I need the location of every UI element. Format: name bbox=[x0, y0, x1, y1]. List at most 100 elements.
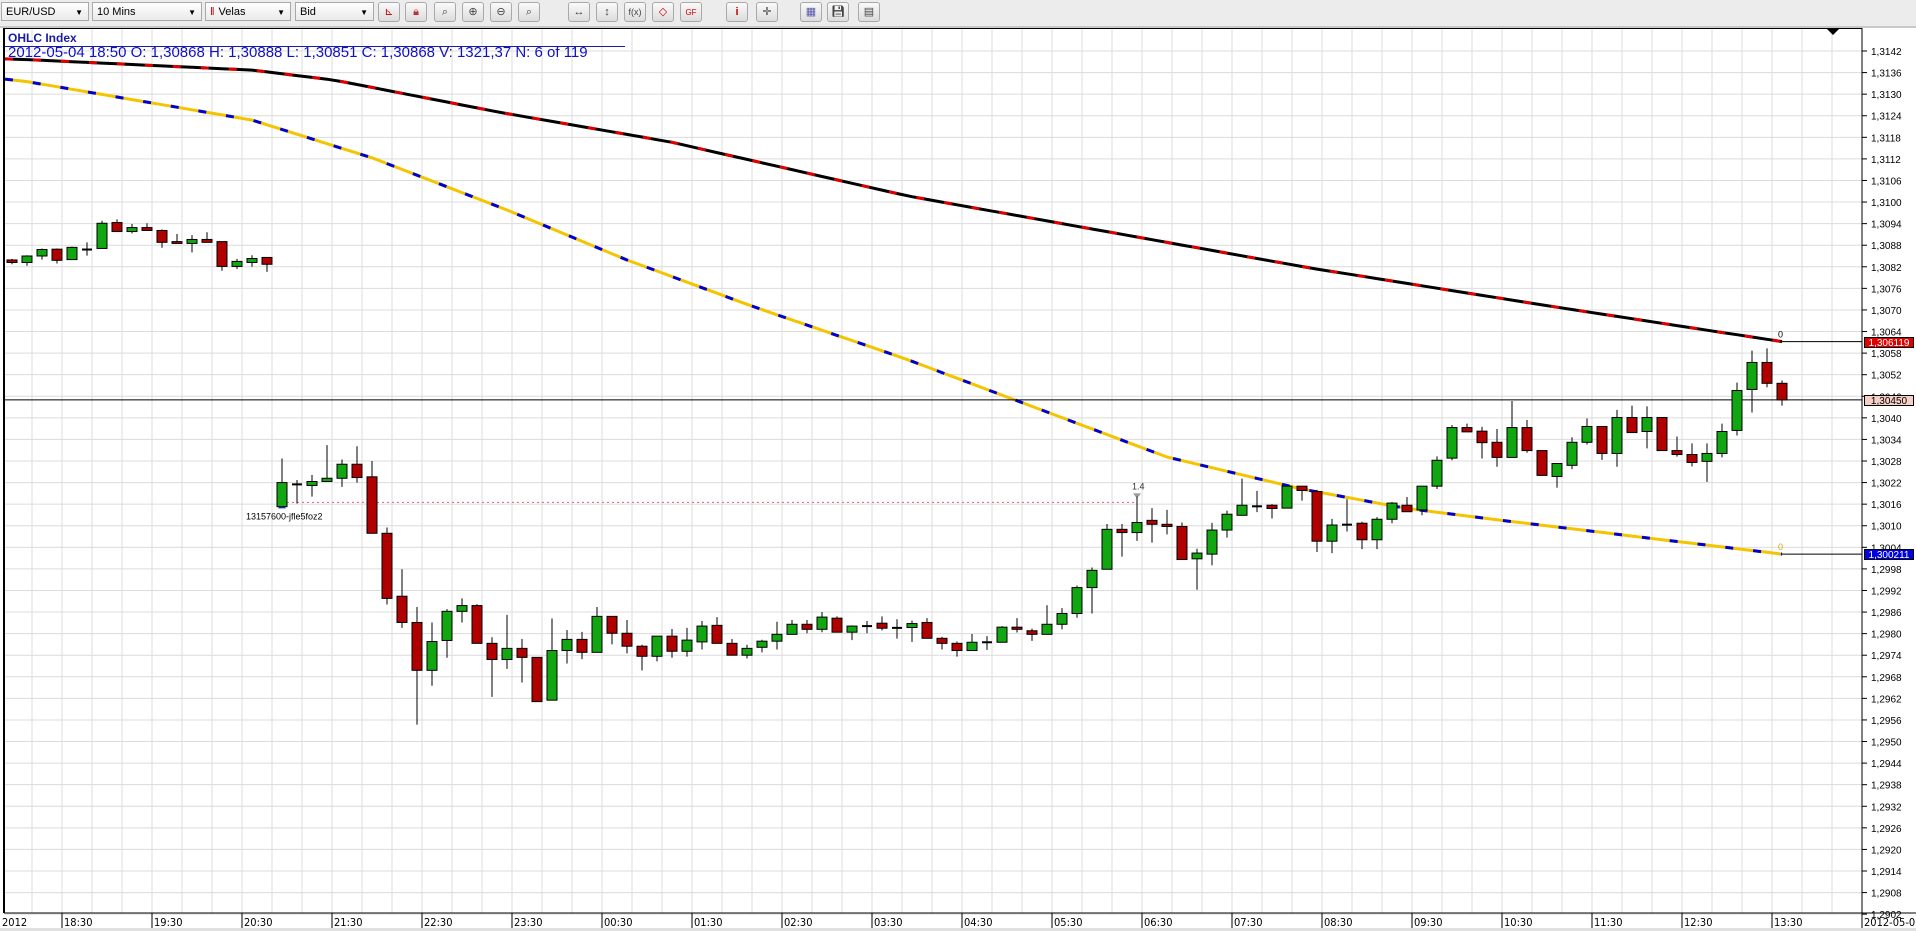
gf-tool-button[interactable]: GF bbox=[680, 2, 702, 22]
y-tick-label: 1,2962 bbox=[1871, 694, 1902, 705]
candle-body bbox=[576, 638, 588, 653]
candle-body bbox=[1161, 523, 1173, 527]
candle-body bbox=[1641, 416, 1653, 433]
candle-body bbox=[321, 477, 333, 483]
candle-body bbox=[336, 463, 348, 479]
candle[interactable] bbox=[216, 241, 228, 271]
candle-body bbox=[921, 621, 933, 639]
candle[interactable] bbox=[831, 616, 843, 633]
y-tick-label: 1,3118 bbox=[1871, 133, 1901, 144]
layout-button[interactable]: ▤ bbox=[858, 2, 880, 22]
candle[interactable] bbox=[1431, 456, 1443, 490]
y-tick-label: 1,3070 bbox=[1871, 306, 1902, 317]
horizontal-arrows-icon: ↔ bbox=[573, 6, 585, 18]
drawing-shapes-button[interactable]: ◇ bbox=[652, 2, 674, 22]
candle-body bbox=[1116, 528, 1128, 534]
function-icon: f(x) bbox=[628, 7, 642, 17]
candle[interactable] bbox=[1071, 585, 1083, 618]
zoom-out-button[interactable]: ⊖ bbox=[490, 2, 512, 22]
candle-body bbox=[1731, 390, 1743, 431]
candle[interactable] bbox=[1566, 437, 1578, 470]
candle-body bbox=[786, 623, 798, 635]
candle-body bbox=[711, 624, 723, 644]
magnifier-icon: ⌕ bbox=[441, 6, 449, 18]
candle[interactable] bbox=[1731, 382, 1743, 436]
candle[interactable] bbox=[381, 527, 393, 605]
crosshair-button[interactable]: ✛ bbox=[756, 2, 778, 22]
candle-body bbox=[516, 647, 528, 658]
candle-body bbox=[1656, 416, 1668, 452]
candle-body bbox=[1056, 612, 1068, 625]
candle-body bbox=[741, 647, 753, 656]
y-tick-label: 1,3028 bbox=[1871, 457, 1902, 468]
candle[interactable] bbox=[1536, 450, 1548, 476]
interval-select[interactable]: 10 Mins ▼ bbox=[92, 2, 202, 21]
y-tick-label: 1,3112 bbox=[1871, 155, 1901, 166]
candle[interactable] bbox=[96, 220, 108, 249]
chart-type-select[interactable]: ǁ Velas ▼ bbox=[205, 2, 291, 21]
y-tick-label: 1,2974 bbox=[1871, 651, 1902, 662]
candle[interactable] bbox=[471, 604, 483, 644]
candle-body bbox=[1761, 361, 1773, 384]
last-price-label: 1,30450 bbox=[1864, 394, 1914, 407]
chevron-down-icon: ▼ bbox=[360, 8, 368, 17]
candle-body bbox=[996, 626, 1008, 643]
candle-body bbox=[396, 595, 408, 623]
candle[interactable] bbox=[1446, 425, 1458, 461]
zoom-in-button[interactable]: ⊕ bbox=[462, 2, 484, 22]
y-tick-label: 1,2926 bbox=[1871, 824, 1902, 835]
lock-icon: 🔒︎ bbox=[413, 6, 419, 18]
chart-title: OHLC Index bbox=[8, 31, 77, 45]
y-tick-label: 1,3058 bbox=[1871, 349, 1902, 360]
symbol-value: EUR/USD bbox=[6, 6, 56, 18]
candle-body bbox=[1701, 452, 1713, 462]
y-tick-label: 1,2938 bbox=[1871, 781, 1902, 792]
candle-body bbox=[21, 255, 33, 263]
gf-icon: GF bbox=[685, 8, 697, 17]
candle[interactable] bbox=[1281, 485, 1293, 509]
zoom-reset-button[interactable]: ⌕ bbox=[518, 2, 540, 22]
candle[interactable] bbox=[996, 626, 1008, 643]
candle-body bbox=[726, 642, 738, 656]
candlestick-icon: ǁ bbox=[210, 6, 215, 18]
y-tick-label: 1,3082 bbox=[1871, 263, 1902, 274]
axis-settings-button[interactable]: ⊾ bbox=[378, 2, 400, 22]
y-tick-label: 1,3124 bbox=[1871, 112, 1902, 123]
info-icon: i bbox=[735, 6, 739, 18]
candle-body bbox=[1401, 504, 1413, 513]
palette-grid-icon: ▦ bbox=[805, 6, 817, 18]
price-chart[interactable]: 0 0 13157600-jfle5foz2 1.4 1,3142 1,3136 1,31… bbox=[0, 0, 1916, 931]
candle[interactable] bbox=[66, 246, 78, 261]
candle-body bbox=[936, 637, 948, 644]
save-chart-button[interactable]: 💾︎ bbox=[827, 2, 849, 22]
candle-body bbox=[846, 625, 858, 633]
y-tick-label: 1,2914 bbox=[1871, 867, 1902, 878]
y-tick-label: 1,3136 bbox=[1871, 69, 1902, 80]
symbol-select[interactable]: EUR/USD ▼ bbox=[1, 2, 89, 21]
candle-body bbox=[1356, 522, 1368, 541]
lock-button[interactable]: 🔒︎ bbox=[405, 2, 427, 22]
fit-vertical-button[interactable]: ↕ bbox=[596, 2, 618, 22]
candle-body bbox=[201, 238, 213, 243]
candle-body bbox=[1446, 427, 1458, 459]
candle-body bbox=[261, 256, 273, 265]
save-icon: 💾︎ bbox=[831, 6, 845, 18]
zoom-in-icon: ⊕ bbox=[468, 6, 478, 18]
fit-horizontal-button[interactable]: ↔ bbox=[568, 2, 590, 22]
zoom-fit-button[interactable]: ⌕ bbox=[434, 2, 456, 22]
price-side-select[interactable]: Bid ▼ bbox=[295, 2, 374, 21]
candle-body bbox=[651, 635, 663, 657]
candle-body bbox=[666, 635, 678, 652]
candle[interactable] bbox=[1176, 522, 1188, 561]
candle[interactable] bbox=[1101, 523, 1113, 570]
candle-body bbox=[1311, 491, 1323, 542]
info-button[interactable]: i bbox=[726, 2, 748, 22]
candle[interactable] bbox=[531, 656, 543, 703]
candle-body bbox=[1041, 623, 1053, 635]
candle[interactable] bbox=[1656, 416, 1668, 452]
color-palette-button[interactable]: ▦ bbox=[800, 2, 822, 22]
candle-body bbox=[696, 625, 708, 643]
candle-body bbox=[876, 622, 888, 629]
candle-body bbox=[1026, 630, 1038, 635]
indicators-button[interactable]: f(x) bbox=[624, 2, 646, 22]
